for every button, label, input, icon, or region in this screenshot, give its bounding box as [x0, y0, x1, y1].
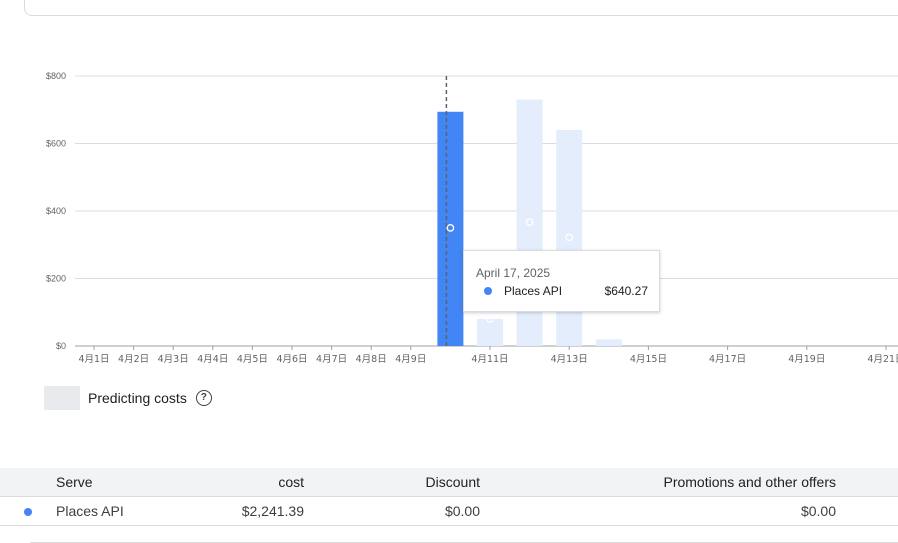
tooltip-value: $640.27 [604, 284, 648, 298]
x-tick-label: 4月15日 [630, 354, 667, 365]
y-tick-label: $0 [56, 341, 66, 351]
header-promotions[interactable]: Promotions and other offers [663, 468, 836, 496]
y-tick-label: $800 [46, 71, 66, 81]
x-tick-label: 4月17日 [709, 354, 746, 365]
x-tick-label: 4月19日 [788, 354, 825, 365]
x-tick-label: 4月21日 [867, 354, 898, 365]
forecast-bar [556, 130, 583, 346]
cell-discount: $0.00 [444, 503, 480, 519]
x-tick-label: 4月9日 [395, 354, 426, 365]
tooltip-series-name: Places API [504, 284, 563, 298]
table-header: Serve cost Discount Promotions and other… [0, 468, 898, 497]
actual-cost-bar [437, 111, 464, 347]
cell-serve: Places API [56, 503, 124, 519]
y-tick-label: $400 [46, 206, 66, 216]
header-cost[interactable]: cost [278, 468, 304, 496]
header-discount[interactable]: Discount [426, 468, 480, 496]
x-tick-label: 4月1日 [78, 354, 109, 365]
legend-label-predicting: Predicting costs [88, 390, 187, 406]
x-tick-label: 4月3日 [158, 354, 189, 365]
x-tick-label: 4月13日 [551, 354, 588, 365]
x-tick-label: 4月7日 [316, 354, 347, 365]
cost-table: Serve cost Discount Promotions and other… [0, 468, 898, 526]
y-axis-ticks: $0 $200 $400 $600 $800 [46, 71, 66, 351]
forecast-bar [595, 339, 622, 346]
header-serve[interactable]: Serve [56, 468, 93, 496]
chart-legend: Predicting costs ? [44, 386, 212, 410]
y-tick-label: $600 [46, 139, 66, 149]
x-tick-label: 4月2日 [118, 354, 149, 365]
help-circle-icon[interactable]: ? [195, 390, 212, 406]
x-tick-label: 4月4日 [197, 354, 228, 365]
forecast-bar [477, 319, 503, 346]
billing-report: $0 $200 $400 $600 $800 4月1日 4月2日 4月3日 4月4日 4月5日 4… [0, 0, 898, 543]
cell-cost: $2,241.39 [241, 503, 304, 519]
cell-promotions: $0.00 [800, 503, 836, 519]
chart-tooltip: April 17, 2025 Places API $640.27 [463, 250, 660, 312]
x-axis-ticks: 4月1日 4月2日 4月3日 4月4日 4月5日 4月6日 4月7日 4月8日 4月9日 4月11… [78, 346, 898, 365]
tooltip-series-dot [484, 287, 492, 295]
y-tick-label: $200 [46, 274, 66, 284]
table-row: Places API $2,241.39 $0.00 $0.00 [0, 497, 898, 526]
x-tick-label: 4月11日 [471, 354, 508, 365]
legend-swatch-predicting [44, 386, 80, 410]
tooltip-date: April 17, 2025 [476, 266, 551, 280]
x-tick-label: 4月5日 [237, 354, 268, 365]
cost-chart: $0$200$400$600$800 4月1日 4月2日 4月3日 4月4日 4月5日 4… [46, 71, 898, 365]
series-color-dot [24, 508, 32, 516]
x-tick-label: 4月6日 [276, 354, 307, 365]
x-tick-label: 4月8日 [356, 354, 387, 365]
